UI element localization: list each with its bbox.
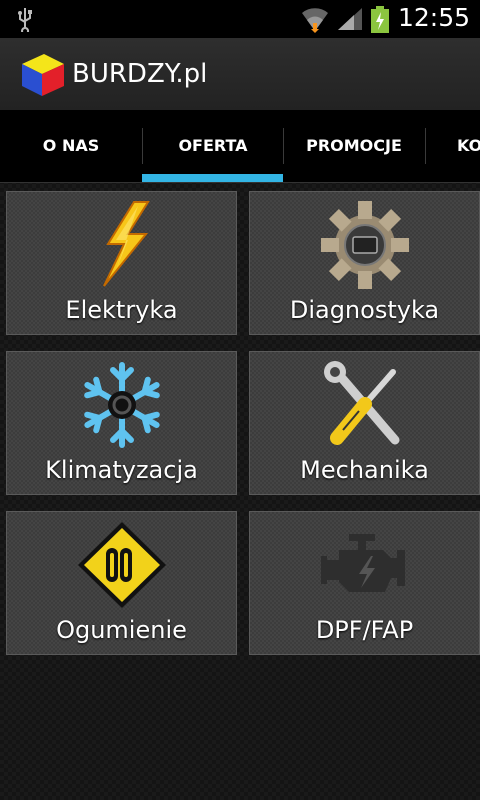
lightning-icon <box>102 201 150 287</box>
clock: 12:55 <box>398 3 471 32</box>
app-logo-icon <box>22 54 64 96</box>
snowflake-icon <box>72 362 172 450</box>
battery-icon <box>371 6 389 33</box>
tile-label: Diagnostyka <box>289 296 440 324</box>
tile-label: Mechanika <box>300 456 429 484</box>
tile-label: DPF/FAP <box>315 616 414 644</box>
tab-oferta[interactable]: OFERTA <box>142 110 284 182</box>
tile-klimatyzacja[interactable]: Klimatyzacja <box>6 351 237 495</box>
tab-selected-indicator <box>142 174 283 182</box>
tile-diagnostyka[interactable]: Diagnostyka <box>249 191 480 335</box>
tab-bar: O NAS OFERTA PROMOCJE KO <box>0 110 480 183</box>
tile-label: Klimatyzacja <box>45 456 198 484</box>
signal-icon <box>338 8 362 30</box>
tab-kontakt[interactable]: KO <box>425 110 480 182</box>
tile-mechanika[interactable]: Mechanika <box>249 351 480 495</box>
tile-label: Elektryka <box>65 296 178 324</box>
tab-promocje[interactable]: PROMOCJE <box>283 110 425 182</box>
engine-icon <box>320 534 405 592</box>
app-title: BURDZY.pl <box>72 59 208 89</box>
tile-ogumienie[interactable]: Ogumienie <box>6 511 237 655</box>
tile-elektryka[interactable]: Elektryka <box>6 191 237 335</box>
tire-sign-icon <box>77 522 166 608</box>
usb-icon <box>18 8 32 32</box>
status-bar: 12:55 <box>0 0 480 38</box>
wrench-screwdriver-icon <box>323 361 399 445</box>
gear-diagnostics-icon <box>320 201 409 289</box>
tile-dpf-fap[interactable]: DPF/FAP <box>249 511 480 655</box>
action-bar: BURDZY.pl <box>0 38 480 110</box>
tile-label: Ogumienie <box>56 616 187 644</box>
tab-o-nas[interactable]: O NAS <box>0 110 142 182</box>
wifi-icon <box>302 8 328 33</box>
